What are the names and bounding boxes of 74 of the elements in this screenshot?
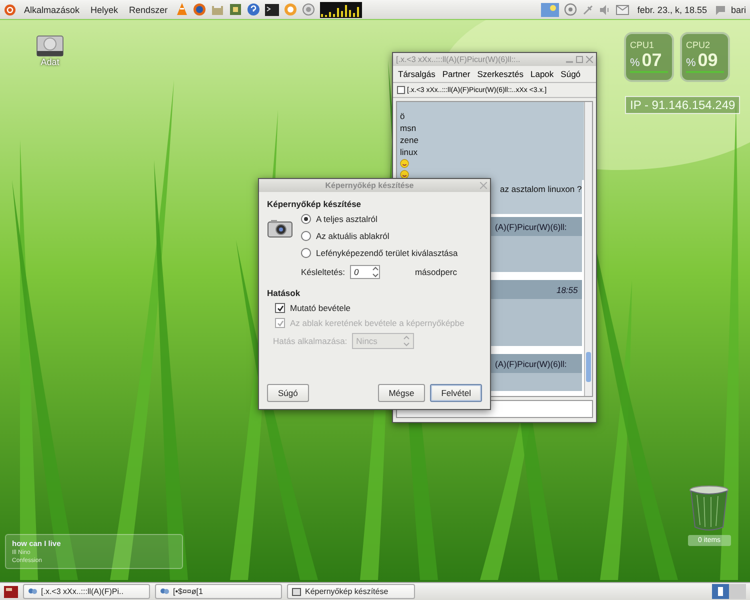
taskbar-button[interactable]: Képernyőkép készítése — [287, 584, 415, 599]
panel-menu[interactable]: Alkalmazások — [21, 4, 83, 14]
cpu-value: 07 — [642, 50, 662, 71]
section-heading: Hatások — [267, 288, 302, 298]
show-desktop-icon[interactable] — [4, 586, 18, 598]
plug-icon[interactable] — [582, 4, 594, 16]
taskbar-button[interactable]: [.x.<3 xXx..:::ll(A)(F)Pi.. — [23, 584, 150, 599]
hard-drive-icon[interactable] — [35, 35, 65, 57]
effect-label: Hatás alkalmazása: — [273, 336, 348, 346]
cancel-button[interactable]: Mégse — [378, 384, 426, 402]
radio-label[interactable]: Az aktuális ablakról — [316, 231, 390, 241]
percent-sign: % — [630, 57, 640, 69]
sender-name: (A)(F)Picur(W)(6)ll: — [495, 222, 567, 232]
panel-menu[interactable]: Helyek — [88, 4, 122, 14]
radio-label[interactable]: Lefényképezendő terület kiválasztása — [316, 248, 458, 258]
volume-icon[interactable] — [599, 4, 612, 16]
mail-icon[interactable] — [616, 4, 630, 14]
menu-item[interactable]: Társalgás — [398, 69, 436, 79]
workspace-switcher-icon[interactable] — [712, 584, 746, 599]
system-monitor-icon[interactable] — [320, 2, 362, 18]
percent-sign: % — [686, 57, 696, 69]
message-text: linux — [400, 146, 418, 158]
window-title: [.x.<3 xXx..:::ll(A)(F)Picur(W)(6)ll::.. — [396, 55, 522, 64]
radio-button[interactable] — [301, 248, 311, 258]
maximize-icon[interactable] — [576, 56, 583, 63]
spin-arrows-icon[interactable] — [372, 266, 379, 278]
delay-label: Késleltetés: — [301, 267, 345, 277]
camera-icon — [267, 218, 293, 238]
people-icon — [160, 588, 169, 595]
cpu-value: 09 — [698, 50, 718, 71]
folder-icon[interactable] — [210, 3, 224, 16]
menu-item[interactable]: Lapok — [530, 69, 554, 79]
message-time: 18:55 — [556, 284, 578, 294]
close-icon[interactable] — [586, 56, 593, 63]
package-icon[interactable] — [228, 3, 242, 16]
checkbox-label[interactable]: Mutató bevétele — [290, 303, 350, 313]
section-heading: Képernyőkép készítése — [267, 199, 362, 209]
weather-icon[interactable] — [541, 2, 560, 16]
radio-label[interactable]: A teljes asztalról — [316, 214, 378, 224]
people-icon — [28, 588, 37, 595]
radio-button[interactable] — [301, 214, 311, 224]
ubuntu-logo-icon[interactable] — [4, 4, 16, 16]
checkbox-icon — [397, 86, 405, 94]
message-text: zene — [400, 134, 420, 146]
ip-address: IP - 91.146.154.249 — [625, 96, 740, 114]
smiley-icon — [400, 159, 409, 168]
help-icon[interactable] — [246, 3, 260, 16]
terminal-icon[interactable] — [264, 4, 279, 16]
sender-name: (A)(F)Picur(W)(6)ll: — [495, 358, 567, 368]
user-name[interactable]: bari — [730, 4, 746, 14]
menu-item[interactable]: Szerkesztés — [477, 69, 524, 79]
message-text: msn — [400, 122, 418, 134]
close-icon[interactable] — [480, 182, 487, 189]
cpu-label: CPU1 — [630, 40, 656, 50]
delay-spinner[interactable]: 0 — [350, 265, 380, 279]
smiley-icon — [400, 170, 409, 179]
delay-unit: másodperc — [414, 267, 458, 277]
scrollbar-thumb[interactable] — [586, 352, 591, 382]
menu-item[interactable]: Partner — [442, 69, 470, 79]
menu-item[interactable]: Súgó — [560, 69, 581, 79]
taskbar-button[interactable]: [•$¤¤ø[1 — [155, 584, 282, 599]
trash-icon[interactable] — [689, 485, 730, 531]
clock[interactable]: febr. 23., k, 18.55 — [634, 4, 710, 14]
cpu-label: CPU2 — [686, 40, 712, 50]
traffic-cone-icon[interactable] — [176, 3, 188, 16]
disc-icon[interactable] — [284, 3, 297, 16]
checkbox[interactable] — [275, 303, 285, 313]
help-button[interactable]: Súgó — [267, 384, 309, 402]
message-text: ö — [400, 110, 406, 122]
capture-button[interactable]: Felvétel — [430, 384, 482, 402]
panel-menu[interactable]: Rendszer — [126, 4, 171, 14]
window-icon — [292, 588, 301, 596]
chat-bubble-icon[interactable] — [714, 4, 726, 14]
radio-button[interactable] — [301, 231, 311, 241]
